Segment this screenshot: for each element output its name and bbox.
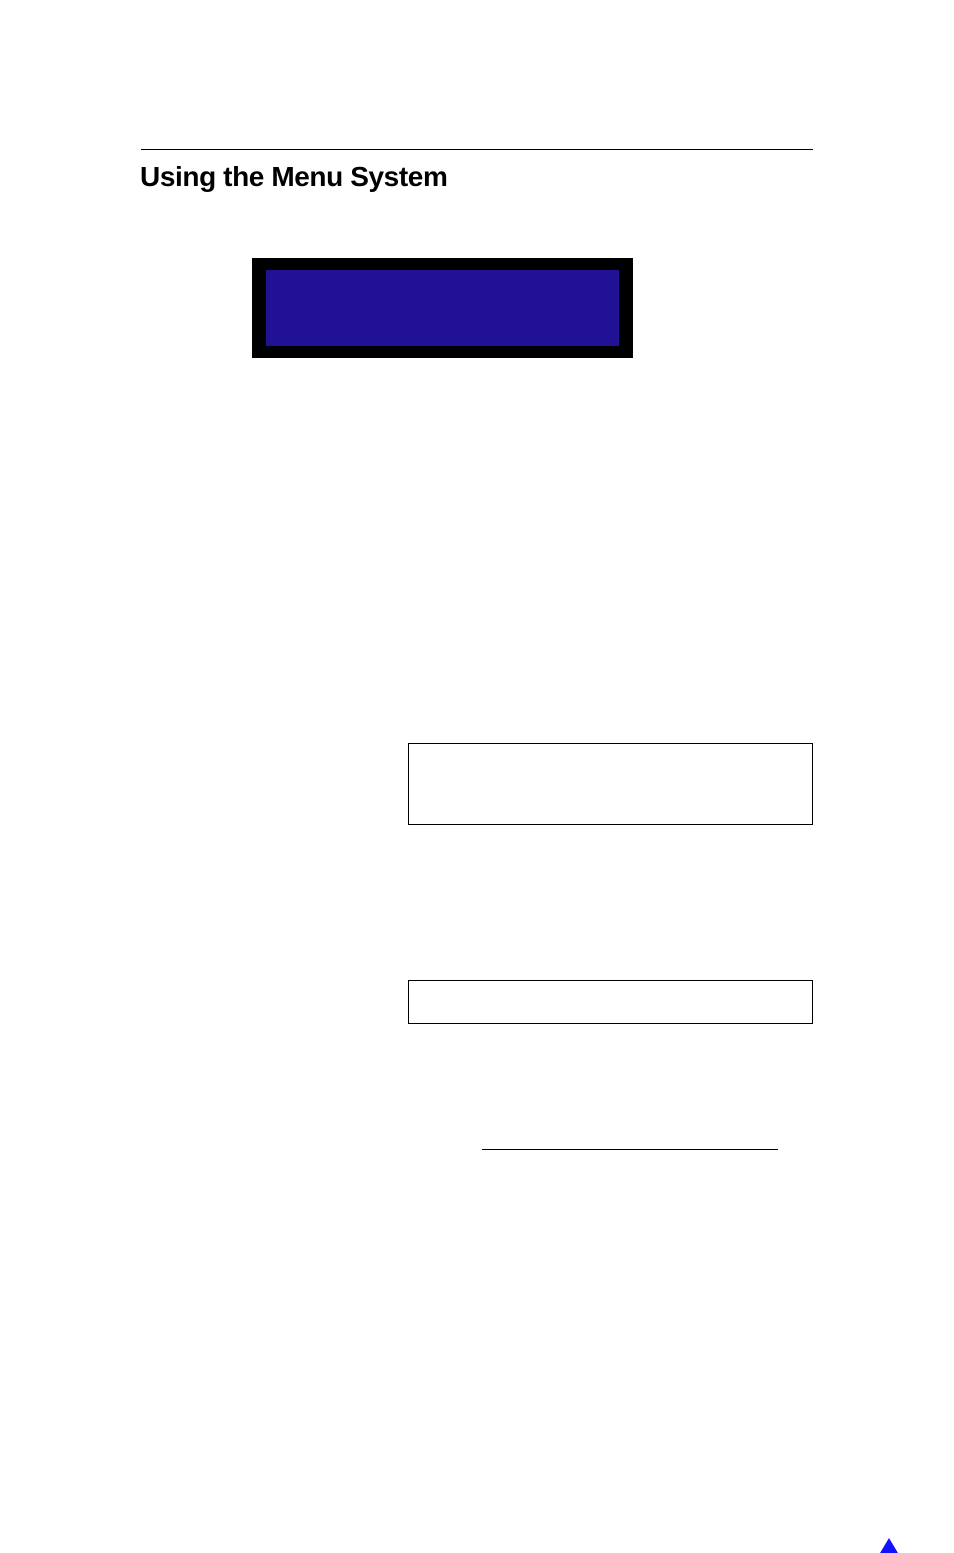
lcd-display	[252, 258, 633, 358]
underline-rule	[482, 1149, 778, 1150]
page-title: Using the Menu System	[140, 161, 447, 193]
lcd-screen	[266, 270, 619, 346]
up-triangle-icon	[880, 1538, 898, 1553]
page: Using the Menu System	[0, 0, 954, 1235]
info-box-2	[408, 980, 813, 1024]
info-box-1	[408, 743, 813, 825]
horizontal-rule	[141, 149, 813, 150]
